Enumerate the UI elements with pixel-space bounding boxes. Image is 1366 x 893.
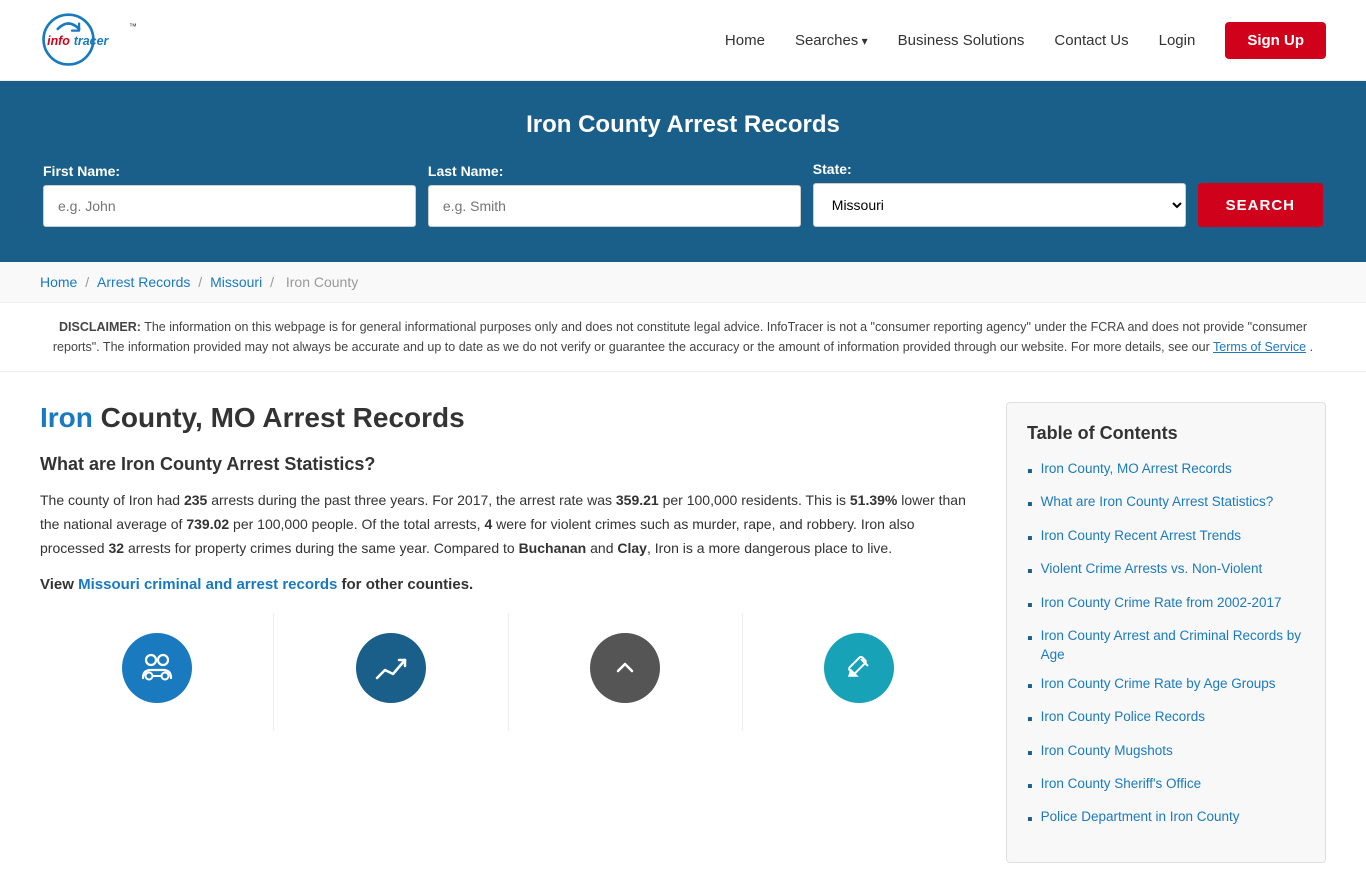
- para1-property: 32: [108, 540, 124, 556]
- toc-list-item: Iron County Recent Arrest Trends: [1027, 527, 1305, 550]
- toc-list-item: Iron County Crime Rate from 2002-2017: [1027, 594, 1305, 617]
- breadcrumb-arrest-records[interactable]: Arrest Records: [97, 274, 190, 290]
- breadcrumb-sep-2: /: [198, 274, 206, 290]
- view-records-para: View Missouri criminal and arrest record…: [40, 576, 976, 593]
- nav-contact-us[interactable]: Contact Us: [1054, 32, 1128, 49]
- toc-link[interactable]: Iron County Arrest and Criminal Records …: [1041, 627, 1305, 665]
- breadcrumb-sep-1: /: [85, 274, 93, 290]
- toc-list-item: Iron County, MO Arrest Records: [1027, 460, 1305, 483]
- disclaimer-tos-link[interactable]: Terms of Service: [1213, 340, 1306, 354]
- toc-list-item: Iron County Crime Rate by Age Groups: [1027, 675, 1305, 698]
- icon-trend: [356, 633, 426, 703]
- view-text: View: [40, 576, 78, 593]
- disclaimer: DISCLAIMER: The information on this webp…: [0, 303, 1366, 372]
- view-records-link[interactable]: Missouri criminal and arrest records: [78, 576, 337, 593]
- icon-arrests: [122, 633, 192, 703]
- article-title: Iron County, MO Arrest Records: [40, 402, 976, 434]
- last-name-label: Last Name:: [428, 163, 801, 179]
- para1-p1: The county of Iron had: [40, 492, 184, 508]
- icons-row: [40, 613, 976, 731]
- para1-clay: Clay: [617, 540, 647, 556]
- breadcrumb: Home / Arrest Records / Missouri / Iron …: [0, 262, 1366, 303]
- state-select[interactable]: AlabamaAlaskaArizonaArkansasCaliforniaCo…: [813, 183, 1186, 227]
- para1-p8: , Iron is a more dangerous place to live…: [647, 540, 892, 556]
- toc-link[interactable]: Iron County Sheriff's Office: [1041, 775, 1201, 794]
- toc-list-item: Iron County Mugshots: [1027, 742, 1305, 765]
- icon-box-2: [274, 613, 508, 731]
- view-text2: for other counties.: [337, 576, 473, 593]
- logo: info tracer ™: [40, 10, 200, 70]
- icon-box-4: [743, 613, 976, 731]
- sidebar: Table of Contents Iron County, MO Arrest…: [1006, 402, 1326, 863]
- para1-p5: per 100,000 people. Of the total arrests…: [229, 516, 484, 532]
- toc-link[interactable]: Iron County, MO Arrest Records: [1041, 460, 1232, 479]
- para1-pct: 51.39%: [850, 492, 897, 508]
- toc-title: Table of Contents: [1027, 423, 1305, 444]
- toc-list-item: Violent Crime Arrests vs. Non-Violent: [1027, 560, 1305, 583]
- toc-link[interactable]: Violent Crime Arrests vs. Non-Violent: [1041, 560, 1263, 579]
- disclaimer-text: The information on this webpage is for g…: [53, 320, 1307, 354]
- para1-national: 739.02: [186, 516, 229, 532]
- para1-p7: arrests for property crimes during the s…: [124, 540, 519, 556]
- icon-box-3: [509, 613, 743, 731]
- back-to-top-btn[interactable]: [590, 633, 660, 703]
- toc-list-item: Iron County Sheriff's Office: [1027, 775, 1305, 798]
- para1-arrests: 235: [184, 492, 207, 508]
- first-name-input[interactable]: [43, 185, 416, 227]
- last-name-group: Last Name:: [428, 163, 801, 227]
- content-area: Iron County, MO Arrest Records What are …: [40, 402, 976, 863]
- toc-link[interactable]: Iron County Crime Rate from 2002-2017: [1041, 594, 1282, 613]
- toc-list: Iron County, MO Arrest Records What are I…: [1027, 460, 1305, 832]
- logo-svg: info tracer ™: [40, 10, 200, 70]
- nav-login[interactable]: Login: [1159, 32, 1196, 49]
- search-button[interactable]: SEARCH: [1198, 183, 1323, 227]
- icon-pencil: [824, 633, 894, 703]
- para1-rate: 359.21: [616, 492, 659, 508]
- toc-list-item: Iron County Police Records: [1027, 708, 1305, 731]
- article-paragraph-1: The county of Iron had 235 arrests durin…: [40, 489, 976, 560]
- breadcrumb-missouri[interactable]: Missouri: [210, 274, 262, 290]
- nav-business-solutions[interactable]: Business Solutions: [898, 32, 1025, 49]
- last-name-input[interactable]: [428, 185, 801, 227]
- para1-p3: per 100,000 residents. This is: [659, 492, 850, 508]
- svg-text:tracer: tracer: [74, 34, 110, 48]
- breadcrumb-sep-3: /: [270, 274, 278, 290]
- toc-list-item: What are Iron County Arrest Statistics?: [1027, 493, 1305, 516]
- state-group: State: AlabamaAlaskaArizonaArkansasCalif…: [813, 161, 1186, 227]
- breadcrumb-iron-county: Iron County: [286, 274, 358, 290]
- toc-box: Table of Contents Iron County, MO Arrest…: [1006, 402, 1326, 863]
- toc-link[interactable]: Iron County Police Records: [1041, 708, 1205, 727]
- nav-home[interactable]: Home: [725, 32, 765, 49]
- nav-signup-button[interactable]: Sign Up: [1225, 22, 1326, 59]
- nav-searches[interactable]: Searches: [795, 32, 868, 49]
- state-label: State:: [813, 161, 1186, 177]
- para1-p2: arrests during the past three years. For…: [207, 492, 616, 508]
- toc-link[interactable]: Police Department in Iron County: [1041, 808, 1240, 827]
- section1-heading: What are Iron County Arrest Statistics?: [40, 454, 976, 475]
- toc-list-item: Iron County Arrest and Criminal Records …: [1027, 627, 1305, 665]
- main-content: Iron County, MO Arrest Records What are …: [0, 372, 1366, 893]
- breadcrumb-home[interactable]: Home: [40, 274, 77, 290]
- toc-list-item: Police Department in Iron County: [1027, 808, 1305, 831]
- first-name-group: First Name:: [43, 163, 416, 227]
- hero-section: Iron County Arrest Records First Name: L…: [0, 81, 1366, 262]
- para1-and: and: [586, 540, 617, 556]
- toc-link[interactable]: What are Iron County Arrest Statistics?: [1041, 493, 1274, 512]
- hero-title: Iron County Arrest Records: [40, 111, 1326, 139]
- header: info tracer ™ Home Searches Business Sol…: [0, 0, 1366, 81]
- article-title-highlight: Iron: [40, 402, 93, 433]
- article-title-rest: County, MO Arrest Records: [93, 402, 465, 433]
- icon-box-1: [40, 613, 274, 731]
- disclaimer-bold: DISCLAIMER:: [59, 320, 141, 334]
- search-form: First Name: Last Name: State: AlabamaAla…: [43, 161, 1323, 227]
- first-name-label: First Name:: [43, 163, 416, 179]
- disclaimer-period: .: [1310, 340, 1313, 354]
- svg-text:info: info: [47, 34, 70, 48]
- toc-link[interactable]: Iron County Crime Rate by Age Groups: [1041, 675, 1276, 694]
- toc-link[interactable]: Iron County Mugshots: [1041, 742, 1173, 761]
- toc-link[interactable]: Iron County Recent Arrest Trends: [1041, 527, 1241, 546]
- main-nav: Home Searches Business Solutions Contact…: [725, 22, 1326, 59]
- svg-text:™: ™: [129, 22, 137, 31]
- para1-buchanan: Buchanan: [519, 540, 587, 556]
